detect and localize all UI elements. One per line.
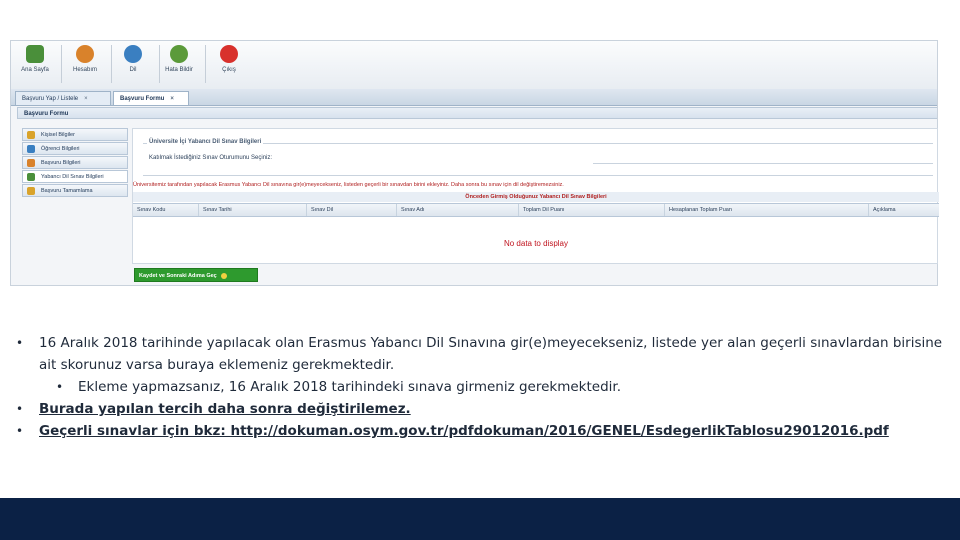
column-header[interactable]: Toplam Dil Puanı bbox=[519, 204, 665, 216]
bullet-icon: • bbox=[56, 380, 64, 394]
bullet-icon: • bbox=[16, 336, 24, 350]
empty-grid-message: No data to display bbox=[503, 239, 569, 248]
grid-title: Önceden Girmiş Olduğunuz Yabancı Dil Sın… bbox=[133, 192, 939, 202]
exam-session-label: Katılmak İstediğiniz Sınav Oturumunu Seç… bbox=[149, 155, 273, 161]
tab-bar: Başvuru Yap / Listele × Başvuru Formu × bbox=[11, 89, 937, 106]
info-message: Üniversitemiz tarafından yapılacak Erasm… bbox=[133, 182, 564, 188]
close-icon[interactable]: × bbox=[170, 96, 174, 102]
form-step-nav: Kişisel Bilgiler Öğrenci Bilgileri Başvu… bbox=[22, 128, 128, 198]
language-button-label: Dil bbox=[129, 67, 137, 73]
home-icon bbox=[26, 45, 44, 63]
nav-item-label: Öğrenci Bilgileri bbox=[41, 146, 80, 152]
nav-item-personal-info[interactable]: Kişisel Bilgiler bbox=[22, 128, 128, 141]
nav-item-label: Başvuru Tamamlama bbox=[41, 188, 93, 194]
nav-item-student-info[interactable]: Öğrenci Bilgileri bbox=[22, 142, 128, 155]
report-bug-button-label: Hata Bildir bbox=[165, 67, 193, 73]
bullet-icon: • bbox=[16, 424, 24, 438]
account-button-label: Hesabım bbox=[72, 67, 97, 73]
nav-item-complete-application[interactable]: Başvuru Tamamlama bbox=[22, 184, 128, 197]
logout-button-label: Çıkış bbox=[222, 67, 236, 73]
column-header[interactable]: Hesaplanan Toplam Puan bbox=[665, 204, 869, 216]
column-header[interactable]: Sınav Tarihi bbox=[199, 204, 307, 216]
valid-exams-link[interactable]: http://dokuman.osym.gov.tr/pdfdokuman/20… bbox=[230, 423, 888, 439]
instruction-text: 16 Aralık 2018 tarihinde yapılacak olan … bbox=[39, 335, 943, 373]
toolbar-separator bbox=[111, 45, 112, 83]
account-button[interactable]: Hesabım bbox=[65, 43, 105, 85]
instructions-list: • 16 Aralık 2018 tarihinde yapılacak ola… bbox=[14, 332, 944, 442]
column-header[interactable]: Açıklama bbox=[869, 204, 939, 216]
globe-icon bbox=[124, 45, 142, 63]
save-button-label: Kaydet ve Sonraki Adıma Geç bbox=[139, 273, 217, 279]
fieldset-legend: Üniversite İçi Yabancı Dil Sınav Bilgile… bbox=[147, 139, 264, 145]
warning-text: Burada yapılan tercih daha sonra değişti… bbox=[39, 401, 411, 417]
exit-icon bbox=[220, 45, 238, 63]
nav-item-application-info[interactable]: Başvuru Bilgileri bbox=[22, 156, 128, 169]
column-header[interactable]: Sınav Adı bbox=[397, 204, 519, 216]
nav-item-label: Kişisel Bilgiler bbox=[41, 132, 75, 138]
document-icon bbox=[27, 159, 35, 167]
folder-icon bbox=[27, 187, 35, 195]
tab-label: Başvuru Formu bbox=[120, 96, 165, 102]
home-button-label: Ana Sayfa bbox=[21, 67, 49, 73]
toolbar-separator bbox=[61, 45, 62, 83]
main-toolbar: Ana Sayfa Hesabım Dil Hata Bildir Çıkış bbox=[11, 41, 937, 90]
user-icon bbox=[76, 45, 94, 63]
language-icon bbox=[27, 173, 35, 181]
valid-exams-label: Geçerli sınavlar için bkz: bbox=[39, 423, 231, 439]
nav-item-label: Başvuru Bilgileri bbox=[41, 160, 81, 166]
save-and-next-button[interactable]: Kaydet ve Sonraki Adıma Geç bbox=[134, 268, 258, 282]
column-header[interactable]: Sınav Kodu bbox=[133, 204, 199, 216]
nav-item-language-exam[interactable]: Yabancı Dil Sınav Bilgileri bbox=[22, 170, 128, 183]
student-icon bbox=[27, 145, 35, 153]
list-item: • Burada yapılan tercih daha sonra değiş… bbox=[14, 398, 944, 420]
nav-item-label: Yabancı Dil Sınav Bilgileri bbox=[41, 174, 104, 180]
footer-bar bbox=[0, 498, 960, 540]
logout-button[interactable]: Çıkış bbox=[209, 43, 249, 85]
arrow-right-icon bbox=[221, 272, 228, 279]
list-item: • 16 Aralık 2018 tarihinde yapılacak ola… bbox=[14, 332, 944, 376]
close-icon[interactable]: × bbox=[84, 96, 88, 102]
list-item: • Geçerli sınavlar için bkz: http://doku… bbox=[14, 420, 944, 442]
exam-session-select[interactable] bbox=[593, 151, 933, 164]
bullet-icon: • bbox=[16, 402, 24, 416]
instruction-subtext: Ekleme yapmazsanız, 16 Aralık 2018 tarih… bbox=[78, 379, 622, 395]
tab-application-form[interactable]: Başvuru Formu × bbox=[113, 91, 189, 105]
bug-icon bbox=[170, 45, 188, 63]
column-header[interactable]: Sınav Dil bbox=[307, 204, 397, 216]
id-card-icon bbox=[27, 131, 35, 139]
list-item: • Ekleme yapmazsanız, 16 Aralık 2018 tar… bbox=[14, 376, 944, 398]
toolbar-separator bbox=[205, 45, 206, 83]
divider bbox=[143, 175, 933, 176]
language-button[interactable]: Dil bbox=[113, 43, 153, 85]
tab-application-list[interactable]: Başvuru Yap / Listele × bbox=[15, 91, 111, 105]
panel-title: Başvuru Formu bbox=[17, 107, 937, 119]
report-bug-button[interactable]: Hata Bildir bbox=[159, 43, 199, 85]
language-exam-form: Üniversite İçi Yabancı Dil Sınav Bilgile… bbox=[132, 128, 939, 264]
grid-header: Sınav Kodu Sınav Tarihi Sınav Dil Sınav … bbox=[133, 203, 939, 217]
home-button[interactable]: Ana Sayfa bbox=[15, 43, 55, 85]
tab-label: Başvuru Yap / Listele bbox=[22, 96, 79, 102]
